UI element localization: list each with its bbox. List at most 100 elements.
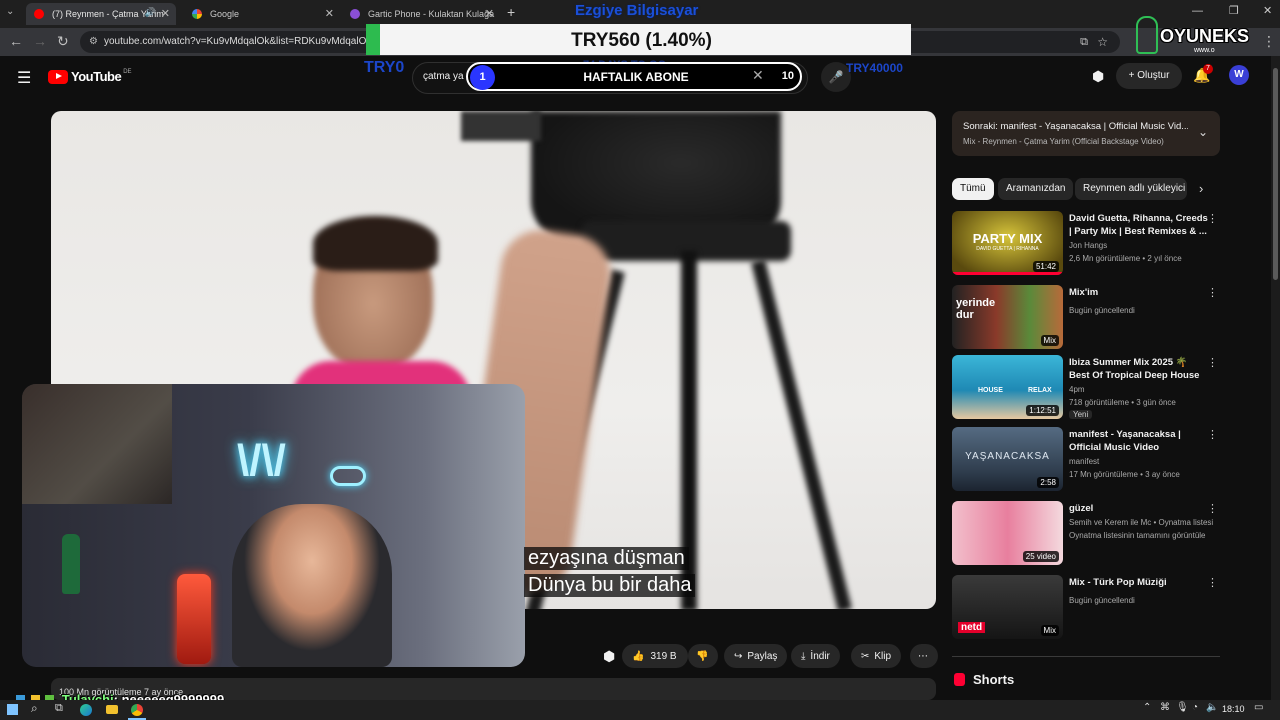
more-vert-icon[interactable]: ⋮ — [1207, 286, 1218, 299]
create-button[interactable]: + Oluştur — [1116, 63, 1182, 89]
video-thumbnail[interactable]: netd Mix — [952, 575, 1063, 639]
site-info-icon[interactable]: ⚙ — [89, 31, 98, 53]
download-label: İndir — [810, 650, 830, 662]
rec-title: Mix - Türk Pop Müziği — [1069, 577, 1167, 588]
close-tab-icon[interactable]: ✕ — [161, 7, 170, 20]
share-button[interactable]: ↪ Paylaş — [724, 644, 788, 668]
more-vert-icon[interactable]: ⋮ — [1207, 576, 1218, 589]
bottle — [62, 534, 80, 594]
subtitle-line-1: ezyaşına düşman — [524, 547, 689, 570]
page-scrollbar[interactable] — [1271, 56, 1280, 700]
volume-icon[interactable]: 🔈 — [1206, 702, 1218, 713]
chip-uploader[interactable]: Reynmen adlı yükleyici — [1075, 178, 1187, 200]
playlist-thumbnail[interactable]: 25 video — [952, 501, 1063, 565]
microphone-icon[interactable]: 🎙 — [1176, 702, 1189, 713]
tab-title: Google — [210, 9, 240, 19]
share-label: Paylaş — [747, 650, 778, 662]
edge-icon[interactable] — [80, 704, 92, 716]
tab-youtube[interactable]: (7) Reynmen - Çatma Yarim 🔊 ✕ — [26, 3, 176, 25]
rec-channel: 4pm — [1069, 385, 1085, 394]
new-tab-icon[interactable]: + — [507, 4, 515, 20]
install-app-icon[interactable]: ⧉ — [1080, 31, 1088, 53]
sponsor-site-text: www.o — [1194, 47, 1215, 54]
chip-from-search[interactable]: Aramanızdan — [998, 178, 1074, 200]
more-horizontal-icon: ⋯ — [918, 650, 928, 662]
more-vert-icon[interactable]: ⋮ — [1207, 356, 1218, 369]
wifi-icon[interactable]: ◔ — [1192, 702, 1198, 713]
more-actions-button[interactable]: ⋯ — [910, 644, 938, 668]
tray-chevron-icon[interactable]: ⌃ — [1143, 702, 1151, 713]
list-item[interactable]: YAŞANACAKSA 2:58 manifest - Yaşanacaksa … — [952, 427, 1220, 491]
thumbnail-title: PARTY MIX — [972, 231, 1043, 246]
rec-channel: Jon Hangs — [1069, 241, 1108, 250]
video-thumbnail[interactable]: PARTY MIX DAVID GUETTA | RIHANNA 51:42 — [952, 211, 1063, 275]
duration-badge: 1:12:51 — [1026, 405, 1059, 416]
create-label: Oluştur — [1137, 70, 1170, 81]
cast-icon[interactable]: ⬢ — [603, 648, 615, 665]
windows-start-icon[interactable] — [7, 704, 18, 715]
chip-all[interactable]: Tümü — [952, 178, 994, 200]
list-item[interactable]: 25 video güzel Semih ve Kerem ile Mc • O… — [952, 501, 1220, 565]
avatar[interactable]: W — [1229, 65, 1249, 85]
chevron-down-icon[interactable]: ⌄ — [1198, 125, 1208, 139]
reload-icon[interactable]: ↻ — [57, 33, 69, 50]
goal-end-label: TRY40000 — [846, 61, 903, 75]
download-button[interactable]: ⤓ İndir — [791, 644, 840, 668]
video-thumbnail[interactable]: YAŞANACAKSA 2:58 — [952, 427, 1063, 491]
list-item[interactable]: PARTY MIX DAVID GUETTA | RIHANNA 51:42 D… — [952, 211, 1220, 275]
duration-badge: 51:42 — [1032, 261, 1059, 272]
duration-badge: 2:58 — [1037, 477, 1059, 488]
back-icon[interactable]: ← — [9, 33, 23, 49]
clock[interactable]: 18:10 — [1222, 704, 1245, 714]
person-hair — [313, 216, 438, 271]
camera-monitor — [461, 111, 541, 141]
list-item[interactable]: netd Mix Mix - Türk Pop Müziği Bugün gün… — [952, 575, 1220, 639]
shorts-icon — [954, 673, 965, 686]
tab-list-chevron-icon[interactable]: ⌄ — [6, 6, 14, 17]
tab-gartic-phone[interactable]: Gartic Phone - Kulaktan Kulağa ✕ — [342, 3, 500, 25]
view-full-playlist-link[interactable]: Oynatma listesinin tamamını görüntüle — [1069, 530, 1214, 541]
tripod-leg — [751, 259, 852, 609]
cast-icon[interactable]: ⬢ — [1092, 68, 1104, 85]
video-thumbnail[interactable]: yerinde dur Mix — [952, 285, 1063, 349]
network-icon[interactable]: ⌘ — [1160, 702, 1170, 713]
search-icon[interactable]: ⌕ — [31, 701, 38, 716]
tab-google[interactable]: Google ✕ — [184, 3, 340, 25]
thumbs-down-icon: 👎 — [696, 650, 709, 662]
mix-badge: Mix — [1040, 335, 1059, 346]
tab-title: Gartic Phone - Kulaktan Kulağa — [368, 9, 495, 19]
download-icon: ⤓ — [801, 650, 806, 662]
close-icon: ✕ — [752, 67, 764, 83]
windows-taskbar: ⌕ ⧉ ⌃ ⌘ 🎙 ◔ 🔈 18:10 ▭ — [0, 700, 1280, 720]
dislike-button[interactable]: 👎 — [688, 644, 718, 668]
more-vert-icon[interactable]: ⋮ — [1207, 212, 1218, 225]
goal-start-label: TRY0 — [364, 59, 405, 76]
new-badge: Yeni — [1069, 410, 1093, 419]
close-tab-icon[interactable]: ✕ — [325, 7, 334, 20]
list-item[interactable]: yerinde dur Mix Mix'im Bugün güncellendi… — [952, 285, 1220, 349]
list-item[interactable]: HOUSE RELAX 1:12:51 Ibiza Summer Mix 202… — [952, 355, 1220, 419]
task-view-icon[interactable]: ⧉ — [55, 702, 63, 715]
close-window-icon[interactable]: ✕ — [1263, 4, 1272, 17]
browser-menu-icon[interactable]: ⋮ — [1262, 33, 1276, 50]
file-explorer-icon[interactable] — [106, 705, 118, 714]
chrome-icon[interactable] — [131, 704, 143, 716]
more-vert-icon[interactable]: ⋮ — [1207, 502, 1218, 515]
hamburger-menu-icon[interactable]: ☰ — [17, 68, 31, 88]
google-favicon-icon — [192, 9, 202, 19]
youtube-favicon-icon — [34, 9, 44, 19]
clip-button[interactable]: ✂ Klip — [851, 644, 902, 668]
forward-icon[interactable]: → — [33, 33, 47, 49]
close-tab-icon[interactable]: ✕ — [485, 7, 494, 20]
scrollbar-thumb[interactable] — [1273, 68, 1278, 280]
more-vert-icon[interactable]: ⋮ — [1207, 428, 1218, 441]
notification-center-icon[interactable]: ▭ — [1254, 702, 1263, 713]
playlist-next-panel[interactable]: Sonraki: manifest - Yaşanacaksa | Offici… — [952, 111, 1220, 156]
video-thumbnail[interactable]: HOUSE RELAX 1:12:51 — [952, 355, 1063, 419]
chevron-right-icon[interactable]: › — [1199, 181, 1203, 196]
like-button[interactable]: 👍 319 B — [622, 644, 688, 668]
notification-count-badge: 7 — [1203, 64, 1213, 74]
youtube-logo[interactable]: YouTube DE — [48, 69, 132, 84]
bookmark-star-icon[interactable]: ☆ — [1097, 31, 1108, 53]
subtitle-line-2: Dünya bu bir daha — [524, 574, 696, 597]
